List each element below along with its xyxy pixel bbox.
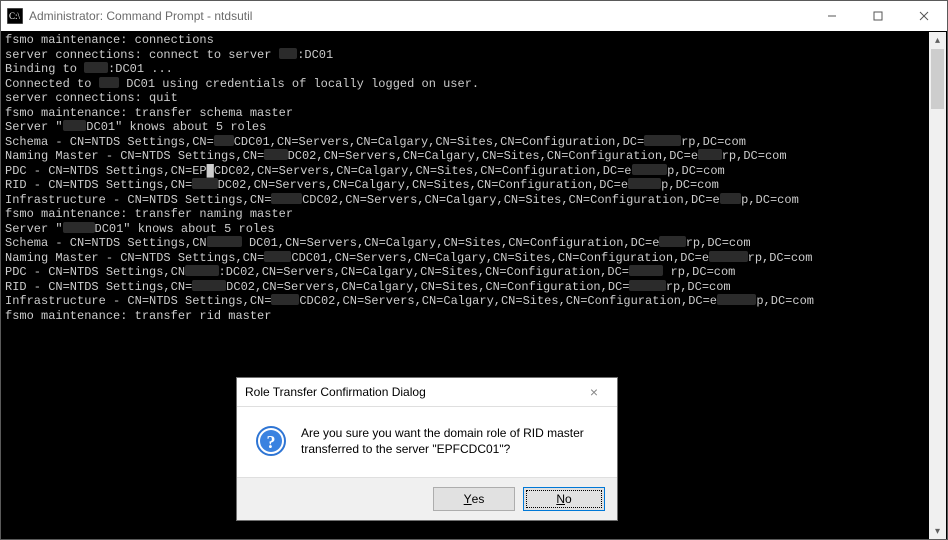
scroll-down-button[interactable]: ▾ [929,523,946,540]
titlebar[interactable]: C:\ Administrator: Command Prompt - ntds… [1,1,947,32]
svg-text:C:\: C:\ [9,11,21,21]
cmd-icon: C:\ [7,8,23,24]
scroll-up-button[interactable]: ▴ [929,32,946,49]
close-button[interactable] [901,1,947,31]
dialog-msg-line1: Are you sure you want the domain role of… [301,426,584,440]
dialog-title: Role Transfer Confirmation Dialog [245,385,426,399]
yes-button[interactable]: Yes [433,487,515,511]
maximize-button[interactable] [855,1,901,31]
no-button[interactable]: No [523,487,605,511]
command-prompt-window: C:\ Administrator: Command Prompt - ntds… [0,0,948,540]
dialog-message: Are you sure you want the domain role of… [301,425,584,457]
scroll-thumb[interactable] [931,49,944,109]
svg-text:?: ? [267,432,276,452]
dialog-button-row: Yes No [237,477,617,520]
dialog-close-button[interactable]: × [579,384,609,400]
dialog-msg-line2: transferred to the server "EPFCDC01"? [301,442,510,456]
vertical-scrollbar[interactable]: ▴ ▾ [929,32,946,540]
minimize-button[interactable] [809,1,855,31]
question-icon: ? [255,425,287,457]
window-title: Administrator: Command Prompt - ntdsutil [29,9,809,23]
dialog-titlebar[interactable]: Role Transfer Confirmation Dialog × [237,378,617,407]
dialog-body: ? Are you sure you want the domain role … [237,407,617,477]
confirmation-dialog: Role Transfer Confirmation Dialog × ? Ar… [236,377,618,521]
